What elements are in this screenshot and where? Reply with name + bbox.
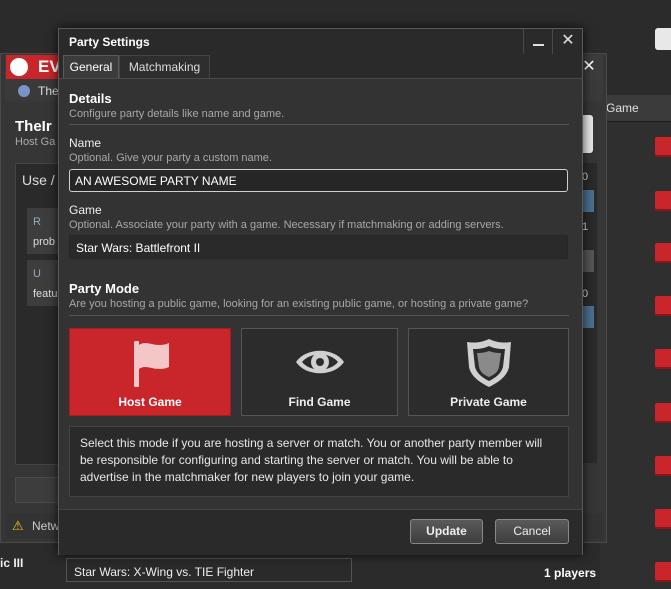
- details-heading: Details: [69, 91, 112, 106]
- app-logo-icon: [10, 58, 28, 76]
- party-name-input[interactable]: [69, 169, 568, 192]
- chat-hint: Use /: [22, 172, 55, 188]
- tab-general[interactable]: General: [63, 55, 119, 78]
- game-list-item-name: Star Wars: X-Wing vs. TIE Fighter: [74, 565, 255, 579]
- party-mode-heading: Party Mode: [69, 281, 140, 296]
- join-button[interactable]: [655, 456, 671, 476]
- tab-matchmaking[interactable]: Matchmaking: [119, 55, 210, 78]
- divider: [69, 315, 569, 316]
- host-game-label: Host Game: [118, 395, 182, 409]
- party-subtitle: Host Ga: [15, 136, 56, 148]
- join-button[interactable]: [655, 243, 671, 263]
- find-game-label: Find Game: [288, 395, 351, 409]
- name-label: Name: [69, 136, 102, 150]
- subbar-text: The: [38, 84, 59, 98]
- join-button[interactable]: [655, 349, 671, 369]
- user-icon: [18, 85, 30, 97]
- top-right-button[interactable]: [655, 28, 671, 50]
- name-hint: Optional. Give your party a custom name.: [69, 152, 272, 164]
- flag-icon: [134, 341, 169, 387]
- game-column-header[interactable]: Game: [600, 95, 671, 122]
- game-name-truncated: ic III: [0, 556, 24, 570]
- game-field[interactable]: Star Wars: Battlefront II: [69, 235, 568, 259]
- dialog-title: Party Settings: [69, 35, 150, 49]
- network-status-text: Netw: [32, 519, 60, 533]
- eye-icon: [295, 350, 344, 374]
- game-hint: Optional. Associate your party with a ga…: [69, 219, 504, 231]
- party-settings-dialog: Party Settings ✕ General Matchmaking Det…: [58, 28, 583, 555]
- minimize-icon[interactable]: [523, 29, 553, 54]
- cancel-button[interactable]: Cancel: [495, 519, 569, 544]
- chat-input[interactable]: [15, 477, 62, 503]
- info-card-text: prob: [33, 236, 56, 248]
- shield-icon: [466, 339, 511, 387]
- join-button[interactable]: [655, 403, 671, 423]
- mode-description: Select this mode if you are hosting a se…: [69, 426, 569, 497]
- join-button[interactable]: [655, 191, 671, 211]
- game-column-header-label: Game: [606, 101, 639, 115]
- join-button[interactable]: [655, 509, 671, 529]
- find-game-option[interactable]: Find Game: [241, 328, 398, 416]
- private-game-label: Private Game: [450, 395, 527, 409]
- host-game-option[interactable]: Host Game: [69, 328, 231, 416]
- update-button[interactable]: Update: [410, 519, 483, 544]
- player-count: 1 players: [544, 566, 597, 580]
- divider: [69, 124, 569, 125]
- info-card-text: featu: [33, 288, 58, 300]
- info-card-link[interactable]: U: [33, 268, 41, 280]
- close-icon[interactable]: ✕: [552, 29, 583, 54]
- party-title: TheIr: [15, 118, 52, 135]
- game-label: Game: [69, 203, 102, 217]
- warning-icon: ⚠: [12, 518, 24, 533]
- party-mode-subtitle: Are you hosting a public game, looking f…: [69, 298, 529, 310]
- private-game-option[interactable]: Private Game: [408, 328, 569, 416]
- join-button[interactable]: [655, 137, 671, 157]
- join-button[interactable]: [655, 296, 671, 316]
- join-button[interactable]: [655, 562, 671, 582]
- info-card-link[interactable]: R: [33, 216, 41, 228]
- details-subtitle: Configure party details like name and ga…: [69, 108, 285, 120]
